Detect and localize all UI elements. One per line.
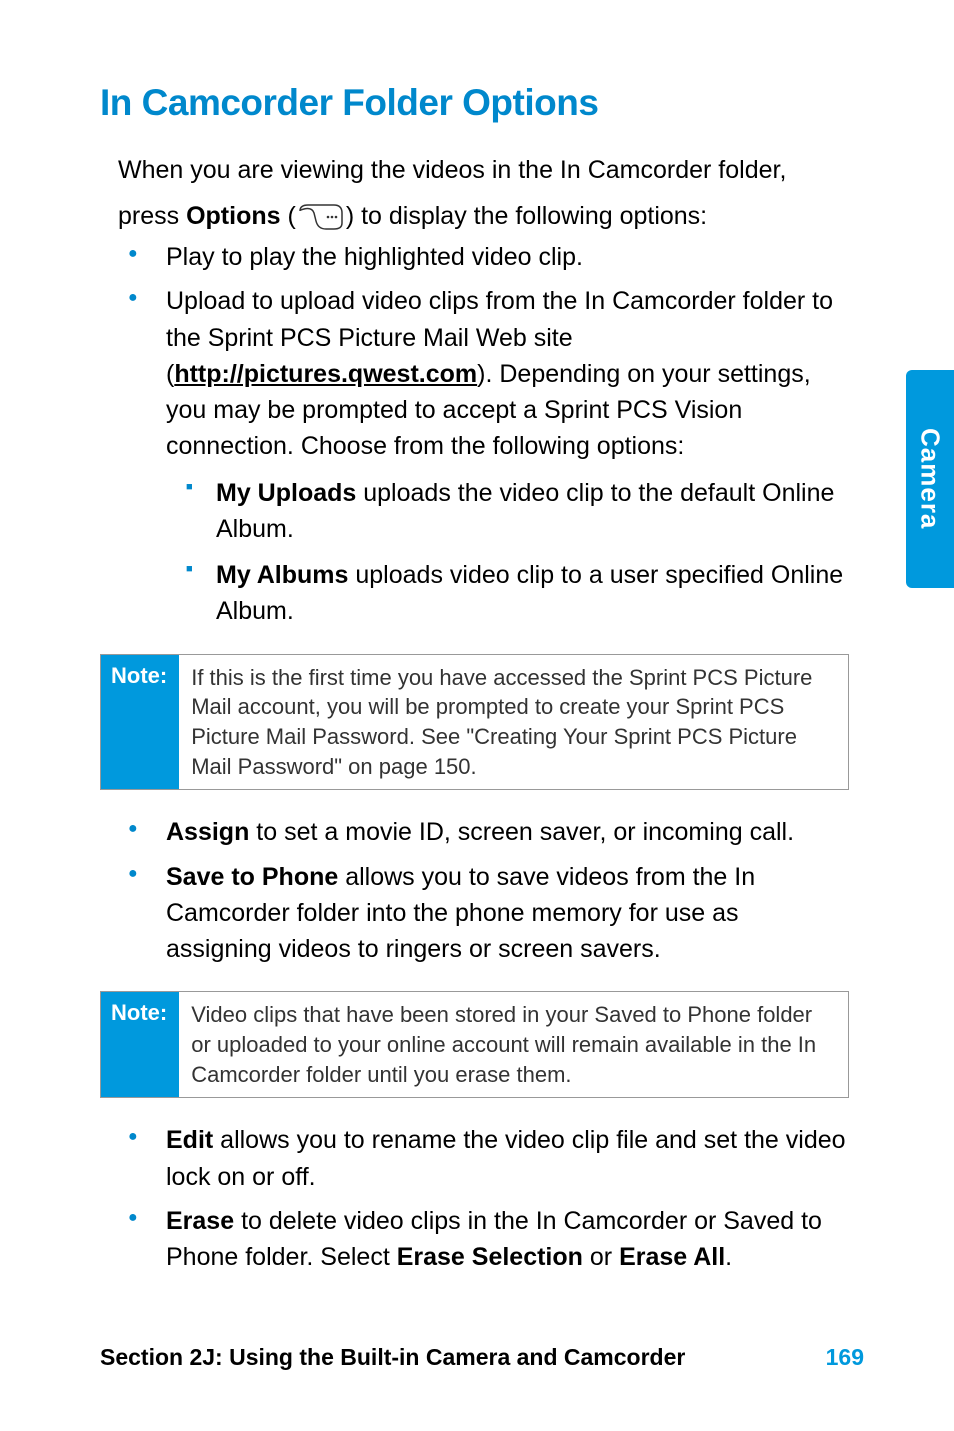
- intro-after: to display the following options:: [354, 202, 707, 230]
- section-side-tab: Camera: [906, 370, 954, 588]
- list-item-edit: Edit allows you to rename the video clip…: [128, 1122, 849, 1195]
- intro-line-2: press Options () to display the followin…: [118, 198, 849, 236]
- sub-item-myuploads: My Uploads uploads the video clip to the…: [186, 475, 849, 548]
- note-label: Note:: [101, 655, 179, 790]
- erase-or: or: [583, 1243, 619, 1271]
- page-number: 169: [826, 1344, 864, 1371]
- myalbums-label: My Albums: [216, 561, 348, 589]
- note-label-2: Note:: [101, 992, 179, 1097]
- erase-label: Erase: [166, 1207, 234, 1235]
- options-label: Options: [186, 202, 280, 230]
- erase-period: .: [725, 1243, 732, 1271]
- right-softkey-icon: [298, 203, 344, 231]
- assign-text: to set a movie ID, screen saver, or inco…: [249, 818, 794, 846]
- intro-press: press: [118, 202, 186, 230]
- note-box-2: Note: Video clips that have been stored …: [100, 991, 849, 1098]
- side-tab-label: Camera: [915, 428, 946, 529]
- main-heading: In Camcorder Folder Options: [100, 82, 849, 124]
- upload-url-link[interactable]: http://pictures.qwest.com: [174, 360, 477, 388]
- erase-all-label: Erase All: [619, 1243, 725, 1271]
- erase-selection-label: Erase Selection: [397, 1243, 583, 1271]
- list-item-upload: Upload to upload video clips from the In…: [128, 283, 849, 629]
- intro-line-1: When you are viewing the videos in the I…: [118, 152, 849, 190]
- footer-section: Section 2J: Using the Built-in Camera an…: [100, 1344, 685, 1371]
- list-item-erase: Erase to delete video clips in the In Ca…: [128, 1203, 849, 1276]
- options-list-continued-2: Edit allows you to rename the video clip…: [128, 1122, 849, 1275]
- options-list: Play to play the highlighted video clip.…: [128, 239, 849, 630]
- edit-label: Edit: [166, 1126, 213, 1154]
- note-2-content: Video clips that have been stored in you…: [179, 992, 848, 1097]
- list-item-save: Save to Phone allows you to save videos …: [128, 859, 849, 968]
- upload-sub-list: My Uploads uploads the video clip to the…: [186, 475, 849, 630]
- assign-label: Assign: [166, 818, 249, 846]
- edit-text: allows you to rename the video clip file…: [166, 1126, 846, 1190]
- options-list-continued-1: Assign to set a movie ID, screen saver, …: [128, 814, 849, 967]
- list-item-assign: Assign to set a movie ID, screen saver, …: [128, 814, 849, 850]
- list-item-play: Play to play the highlighted video clip.: [128, 239, 849, 275]
- save-label: Save to Phone: [166, 863, 338, 891]
- note-1-content: If this is the first time you have acces…: [179, 655, 848, 790]
- myuploads-label: My Uploads: [216, 479, 356, 507]
- sub-item-myalbums: My Albums uploads video clip to a user s…: [186, 557, 849, 630]
- note-box-1: Note: If this is the first time you have…: [100, 654, 849, 791]
- page-footer: Section 2J: Using the Built-in Camera an…: [100, 1344, 864, 1371]
- page-content: In Camcorder Folder Options When you are…: [0, 0, 954, 1343]
